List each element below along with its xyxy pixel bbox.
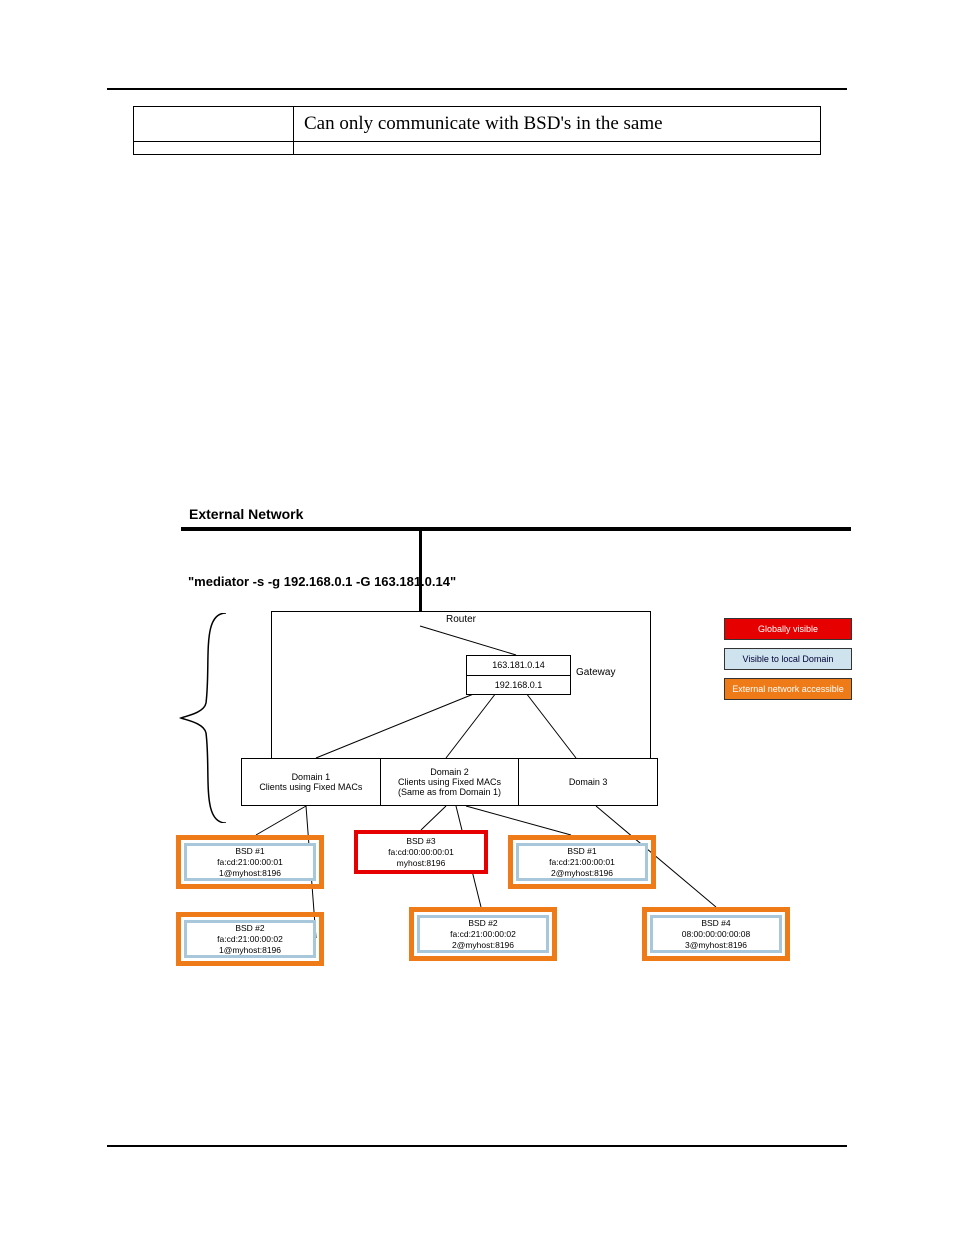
bsd-1-domain1: BSD #1 fa:cd:21:00:00:01 1@myhost:8196 xyxy=(176,835,324,889)
gateway-ip-internal: 192.168.0.1 xyxy=(467,675,570,695)
bsd-3-inner: BSD #3 fa:cd:00:00:00:01 myhost:8196 xyxy=(358,834,484,870)
bsd-host: 3@myhost:8196 xyxy=(685,940,747,951)
bsd-2-inner: BSD #2 fa:cd:21:00:00:02 1@myhost:8196 xyxy=(184,920,316,958)
domain-2-name: Domain 2 xyxy=(430,767,469,777)
bsd-name: BSD #3 xyxy=(406,836,435,847)
brace-icon xyxy=(176,613,236,823)
cell-r1-c2: Can only communicate with BSD's in the s… xyxy=(293,107,820,142)
domain-2-sub2: (Same as from Domain 1) xyxy=(398,787,501,797)
bsd-host: 2@myhost:8196 xyxy=(452,940,514,951)
legend: Globally visible Visible to local Domain… xyxy=(724,618,852,708)
bsd-name: BSD #2 xyxy=(235,923,264,934)
domain-3: Domain 3 xyxy=(519,758,658,806)
legend-globally-visible: Globally visible xyxy=(724,618,852,640)
domain-3-name: Domain 3 xyxy=(569,777,608,787)
bsd-4-inner: BSD #2 fa:cd:21:00:00:02 2@myhost:8196 xyxy=(417,915,549,953)
bsd-mac: 08:00:00:00:00:08 xyxy=(682,929,751,940)
cell-r2-c1 xyxy=(134,142,294,155)
domain-2-sub1: Clients using Fixed MACs xyxy=(398,777,501,787)
bsd-name: BSD #1 xyxy=(235,846,264,857)
bsd-2-domain1: BSD #2 fa:cd:21:00:00:02 1@myhost:8196 xyxy=(176,912,324,966)
bsd-mac: fa:cd:21:00:00:02 xyxy=(217,934,283,945)
bsd-name: BSD #4 xyxy=(701,918,730,929)
limitations-table: Can only communicate with BSD's in the s… xyxy=(133,106,821,155)
cell-r2-c2 xyxy=(293,142,820,155)
external-network-title: External Network xyxy=(189,506,303,522)
page: Can only communicate with BSD's in the s… xyxy=(0,0,954,1235)
bsd-5-inner: BSD #1 fa:cd:21:00:00:01 2@myhost:8196 xyxy=(516,843,648,881)
legend-local-domain: Visible to local Domain xyxy=(724,648,852,670)
cell-r1-c1 xyxy=(134,107,294,142)
bsd-mac: fa:cd:21:00:00:02 xyxy=(450,929,516,940)
network-diagram: External Network "mediator -s -g 192.168… xyxy=(176,500,856,997)
bsd-host: 2@myhost:8196 xyxy=(551,868,613,879)
bsd-3-domain2: BSD #3 fa:cd:00:00:00:01 myhost:8196 xyxy=(354,830,488,874)
bsd-2-domain2: BSD #2 fa:cd:21:00:00:02 2@myhost:8196 xyxy=(409,907,557,961)
bsd-name: BSD #1 xyxy=(567,846,596,857)
gateway-label: Gateway xyxy=(576,667,615,678)
bsd-host: 1@myhost:8196 xyxy=(219,945,281,956)
bsd-mac: fa:cd:21:00:00:01 xyxy=(217,857,283,868)
bsd-4-domain3: BSD #4 08:00:00:00:00:08 3@myhost:8196 xyxy=(642,907,790,961)
domain-1: Domain 1 Clients using Fixed MACs xyxy=(241,758,381,806)
bsd-host: myhost:8196 xyxy=(397,858,446,869)
footer-rule xyxy=(107,1145,847,1147)
bsd-6-inner: BSD #4 08:00:00:00:00:08 3@myhost:8196 xyxy=(650,915,782,953)
external-network-drop xyxy=(419,527,422,612)
bsd-1-domain2: BSD #1 fa:cd:21:00:00:01 2@myhost:8196 xyxy=(508,835,656,889)
header-rule xyxy=(107,88,847,90)
bsd-mac: fa:cd:21:00:00:01 xyxy=(549,857,615,868)
domain-1-name: Domain 1 xyxy=(292,772,331,782)
domain-2: Domain 2 Clients using Fixed MACs (Same … xyxy=(381,758,520,806)
router-label: Router xyxy=(272,614,650,625)
bsd-host: 1@myhost:8196 xyxy=(219,868,281,879)
domain-1-sub: Clients using Fixed MACs xyxy=(259,782,362,792)
gateway-box: 163.181.0.14 192.168.0.1 xyxy=(466,655,571,695)
table-row xyxy=(134,142,821,155)
bsd-name: BSD #2 xyxy=(468,918,497,929)
mediator-command: "mediator -s -g 192.168.0.1 -G 163.181.0… xyxy=(188,574,456,589)
legend-external-access: External network accessible xyxy=(724,678,852,700)
bsd-mac: fa:cd:00:00:00:01 xyxy=(388,847,454,858)
domain-row: Domain 1 Clients using Fixed MACs Domain… xyxy=(241,758,658,806)
table-row: Can only communicate with BSD's in the s… xyxy=(134,107,821,142)
gateway-ip-external: 163.181.0.14 xyxy=(467,656,570,675)
bsd-1-inner: BSD #1 fa:cd:21:00:00:01 1@myhost:8196 xyxy=(184,843,316,881)
external-network-line xyxy=(181,527,851,531)
